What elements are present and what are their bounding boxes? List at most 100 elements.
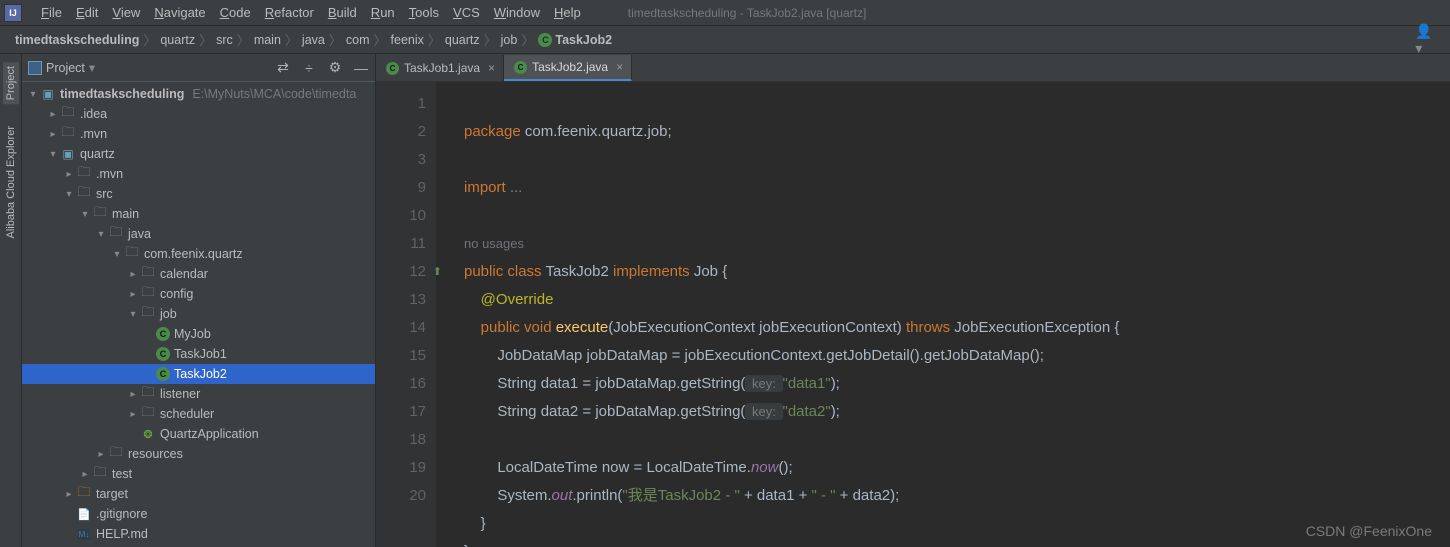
- breadcrumb-item[interactable]: quartz: [442, 33, 483, 47]
- breadcrumb-item[interactable]: quartz: [157, 33, 198, 47]
- txt: ();: [778, 459, 792, 476]
- nav-right-icons: 👤▾: [1416, 23, 1438, 57]
- side-tab-project[interactable]: Project: [3, 62, 19, 104]
- txt: );: [831, 375, 840, 392]
- menu-help[interactable]: Help: [547, 2, 588, 23]
- editor-tab[interactable]: CTaskJob2.java×: [504, 55, 632, 81]
- line-number[interactable]: 17: [376, 398, 426, 426]
- project-tree[interactable]: ▾timedtaskschedulingE:\MyNuts\MCA\code\t…: [22, 82, 375, 547]
- tree-node[interactable]: ▸.mvn: [22, 164, 375, 184]
- line-number[interactable]: 14: [376, 314, 426, 342]
- hide-icon[interactable]: —: [353, 59, 369, 76]
- menu-file[interactable]: File: [34, 2, 69, 23]
- side-tab-cloud[interactable]: Alibaba Cloud Explorer: [3, 122, 19, 243]
- menu-refactor[interactable]: Refactor: [258, 2, 321, 23]
- tree-node[interactable]: CTaskJob2: [22, 364, 375, 384]
- chevron-right-icon: 〉: [484, 30, 497, 49]
- menu-window[interactable]: Window: [487, 2, 547, 23]
- line-number[interactable]: 10: [376, 202, 426, 230]
- user-icon[interactable]: 👤▾: [1416, 23, 1432, 57]
- tree-node[interactable]: CMyJob: [22, 324, 375, 344]
- tree-node[interactable]: .gitignore: [22, 504, 375, 524]
- line-number[interactable]: 1: [376, 90, 426, 118]
- tree-node[interactable]: ▸config: [22, 284, 375, 304]
- tree-root[interactable]: ▾timedtaskschedulingE:\MyNuts\MCA\code\t…: [22, 84, 375, 104]
- watermark: CSDN @FeenixOne: [1306, 523, 1432, 539]
- breadcrumb-item[interactable]: timedtaskscheduling: [12, 33, 142, 47]
- breadcrumb-item[interactable]: CTaskJob2: [535, 33, 615, 47]
- editor-area: CTaskJob1.java×CTaskJob2.java× 123910111…: [376, 54, 1450, 547]
- close-icon[interactable]: ×: [488, 61, 495, 75]
- breadcrumb-item[interactable]: java: [299, 33, 328, 47]
- tree-node[interactable]: QuartzApplication: [22, 424, 375, 444]
- line-number[interactable]: 15: [376, 342, 426, 370]
- txt: + data2);: [836, 487, 900, 504]
- menu-tools[interactable]: Tools: [402, 2, 446, 23]
- string: " - ": [812, 487, 836, 504]
- menu-edit[interactable]: Edit: [69, 2, 105, 23]
- editor-body[interactable]: 1239101112⬆1314151617181920 package com.…: [376, 82, 1450, 547]
- chevron-right-icon: 〉: [374, 30, 387, 49]
- tree-node[interactable]: ▾com.feenix.quartz: [22, 244, 375, 264]
- menu-build[interactable]: Build: [321, 2, 364, 23]
- menu-view[interactable]: View: [105, 2, 147, 23]
- line-number[interactable]: 9: [376, 174, 426, 202]
- line-number[interactable]: 18: [376, 426, 426, 454]
- editor-tab[interactable]: CTaskJob1.java×: [376, 55, 504, 81]
- code-content[interactable]: package com.feenix.quartz.job; import ..…: [436, 82, 1450, 547]
- project-toolbar: ⇄ ÷ ⚙ —: [275, 59, 369, 76]
- gutter[interactable]: 1239101112⬆1314151617181920: [376, 82, 436, 547]
- collapse-icon[interactable]: ÷: [301, 59, 317, 76]
- editor-tab-bar: CTaskJob1.java×CTaskJob2.java×: [376, 54, 1450, 82]
- kw-package: package: [464, 123, 525, 140]
- breadcrumb-item[interactable]: com: [343, 33, 373, 47]
- tree-node[interactable]: ▸scheduler: [22, 404, 375, 424]
- line-number[interactable]: 12⬆: [376, 258, 426, 286]
- kw: public class: [464, 263, 545, 280]
- tree-node[interactable]: ▸.idea: [22, 104, 375, 124]
- line-number[interactable]: 13: [376, 286, 426, 314]
- project-pane-title[interactable]: Project ▾: [28, 60, 95, 75]
- breadcrumb-item[interactable]: feenix: [388, 33, 427, 47]
- brace: }: [481, 515, 486, 532]
- menu-run[interactable]: Run: [364, 2, 402, 23]
- string: "data2": [783, 403, 831, 420]
- line-number[interactable]: 19: [376, 454, 426, 482]
- project-pane-header: Project ▾ ⇄ ÷ ⚙ —: [22, 54, 375, 82]
- window-title: timedtaskscheduling - TaskJob2.java [qua…: [628, 6, 867, 20]
- tree-node[interactable]: ▸.mvn: [22, 124, 375, 144]
- tree-node[interactable]: ▸listener: [22, 384, 375, 404]
- txt: + data1 +: [740, 487, 812, 504]
- tree-node[interactable]: ▾main: [22, 204, 375, 224]
- select-opened-icon[interactable]: ⇄: [275, 59, 291, 76]
- close-icon[interactable]: ×: [616, 60, 623, 74]
- tree-node[interactable]: ▾src: [22, 184, 375, 204]
- tree-node[interactable]: ▸target: [22, 484, 375, 504]
- menu-navigate[interactable]: Navigate: [147, 2, 212, 23]
- line-number[interactable]: 20: [376, 482, 426, 510]
- tree-node[interactable]: ▾java: [22, 224, 375, 244]
- tree-node[interactable]: ▾job: [22, 304, 375, 324]
- breadcrumb-item[interactable]: job: [498, 33, 521, 47]
- tree-node[interactable]: ▸resources: [22, 444, 375, 464]
- txt: Job {: [694, 263, 727, 280]
- annotation: @Override: [481, 291, 554, 308]
- menu-code[interactable]: Code: [213, 2, 258, 23]
- tree-node[interactable]: ▸test: [22, 464, 375, 484]
- line-number[interactable]: 2: [376, 118, 426, 146]
- import-fold[interactable]: ...: [510, 179, 523, 196]
- chevron-down-icon: ▾: [89, 60, 95, 75]
- line-number[interactable]: 16: [376, 370, 426, 398]
- tree-node[interactable]: CTaskJob1: [22, 344, 375, 364]
- menu-vcs[interactable]: VCS: [446, 2, 487, 23]
- semi: ;: [667, 123, 671, 140]
- line-number[interactable]: 3: [376, 146, 426, 174]
- line-number[interactable]: 11: [376, 230, 426, 258]
- tree-node[interactable]: ▸calendar: [22, 264, 375, 284]
- settings-icon[interactable]: ⚙: [327, 59, 343, 76]
- breadcrumb-item[interactable]: src: [213, 33, 236, 47]
- tree-node[interactable]: HELP.md: [22, 524, 375, 544]
- breadcrumb-item[interactable]: main: [251, 33, 284, 47]
- tree-node[interactable]: ▾quartz: [22, 144, 375, 164]
- chevron-right-icon: 〉: [199, 30, 212, 49]
